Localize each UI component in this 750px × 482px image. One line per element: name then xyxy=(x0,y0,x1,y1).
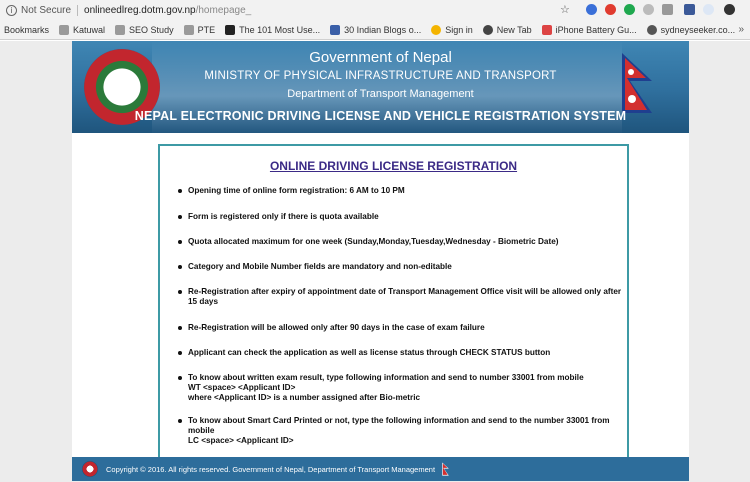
more-bookmarks-icon[interactable]: » xyxy=(738,24,744,35)
site-container: Government of Nepal MINISTRY OF PHYSICAL… xyxy=(72,41,689,481)
list-item: To know about Smart Card Printed or not,… xyxy=(178,416,624,446)
list-item: To know about written exam result, type … xyxy=(178,373,624,403)
site-favicon-icon xyxy=(225,24,236,35)
nepal-emblem-icon xyxy=(82,461,98,477)
bookmark-label[interactable]: Bookmarks xyxy=(4,25,49,35)
list-item: Category and Mobile Number fields are ma… xyxy=(178,262,624,272)
bookmark-label[interactable]: New Tab xyxy=(497,25,532,35)
folder-icon xyxy=(115,24,126,35)
bookmark-label[interactable]: 30 Indian Blogs o... xyxy=(344,25,421,35)
list-item: Opening time of online form registration… xyxy=(178,186,624,196)
bookmark-item[interactable]: The 101 Most Use... xyxy=(225,24,320,35)
bookmark-label[interactable]: Katuwal xyxy=(73,25,105,35)
extension-icon[interactable] xyxy=(605,4,616,15)
google-icon xyxy=(431,24,442,35)
bookmark-item[interactable]: Bookmarks xyxy=(4,25,49,35)
extension-icon[interactable] xyxy=(586,4,597,15)
list-item: Quota allocated maximum for one week (Su… xyxy=(178,237,624,247)
info-icon[interactable]: i xyxy=(6,4,17,16)
government-title: Government of Nepal xyxy=(309,49,452,66)
address-bar[interactable]: i Not Secure onlineedlreg.dotm.gov.np/ho… xyxy=(0,0,750,20)
bookmark-label[interactable]: sydneyseeker.co... xyxy=(661,25,736,35)
bookmark-label[interactable]: PTE xyxy=(198,25,216,35)
bookmark-item[interactable]: sydneyseeker.co... xyxy=(646,24,736,35)
site-favicon-icon xyxy=(330,24,341,35)
bookmark-star-icon[interactable]: ☆ xyxy=(560,3,570,16)
folder-icon xyxy=(59,24,70,35)
list-item: Re-Registration will be allowed only aft… xyxy=(178,323,624,333)
list-item: Applicant can check the application as w… xyxy=(178,348,624,358)
system-title: NEPAL ELECTRONIC DRIVING LICENSE AND VEH… xyxy=(134,109,627,123)
extension-icon[interactable] xyxy=(662,4,673,15)
bookmark-label[interactable]: SEO Study xyxy=(129,25,174,35)
divider xyxy=(77,4,79,16)
list-item: Form is registered only if there is quot… xyxy=(178,212,624,222)
extension-icon[interactable] xyxy=(624,4,635,15)
globe-icon xyxy=(482,24,493,35)
folder-icon xyxy=(183,24,194,35)
bookmark-item[interactable]: 30 Indian Blogs o... xyxy=(330,24,421,35)
extension-icon[interactable] xyxy=(703,4,714,15)
ministry-title: MINISTRY OF PHYSICAL INFRASTRUCTURE AND … xyxy=(204,70,557,82)
nepal-flag-icon xyxy=(442,462,449,476)
url-path[interactable]: /homepage_ xyxy=(196,5,252,16)
facebook-icon[interactable] xyxy=(684,4,695,15)
bookmark-item[interactable]: Sign in xyxy=(431,24,473,35)
bookmark-label[interactable]: The 101 Most Use... xyxy=(239,25,320,35)
footer: Copyright © 2016. All rights reserved. G… xyxy=(72,457,689,481)
panel-title[interactable]: ONLINE DRIVING LICENSE REGISTRATION xyxy=(160,159,627,173)
not-secure-label[interactable]: Not Secure xyxy=(21,5,71,16)
bookmark-label[interactable]: iPhone Battery Gu... xyxy=(556,25,637,35)
extension-icon[interactable] xyxy=(643,4,654,15)
copyright-text: Copyright © 2016. All rights reserved. G… xyxy=(106,464,436,474)
bookmarks-bar: Bookmarks Katuwal SEO Study PTE The 101 … xyxy=(0,20,750,40)
site-favicon-icon xyxy=(541,24,552,35)
bookmark-item[interactable]: iPhone Battery Gu... xyxy=(541,24,637,35)
profile-avatar-icon[interactable] xyxy=(724,4,735,15)
bookmark-item[interactable]: PTE xyxy=(183,24,216,35)
url-host[interactable]: onlineedlreg.dotm.gov.np xyxy=(84,5,196,16)
header-banner: Government of Nepal MINISTRY OF PHYSICAL… xyxy=(72,41,689,133)
department-title: Department of Transport Management xyxy=(287,88,474,100)
bookmark-item[interactable]: Katuwal xyxy=(59,24,105,35)
list-item: Re-Registration after expiry of appointm… xyxy=(178,287,624,307)
globe-icon xyxy=(646,24,657,35)
bookmark-item[interactable]: New Tab xyxy=(482,24,532,35)
registration-info-panel: ONLINE DRIVING LICENSE REGISTRATION Open… xyxy=(158,144,629,458)
url-text[interactable]: onlineedlreg.dotm.gov.np/homepage_ xyxy=(84,5,251,16)
bookmark-item[interactable]: SEO Study xyxy=(115,24,174,35)
bookmark-label[interactable]: Sign in xyxy=(445,25,473,35)
